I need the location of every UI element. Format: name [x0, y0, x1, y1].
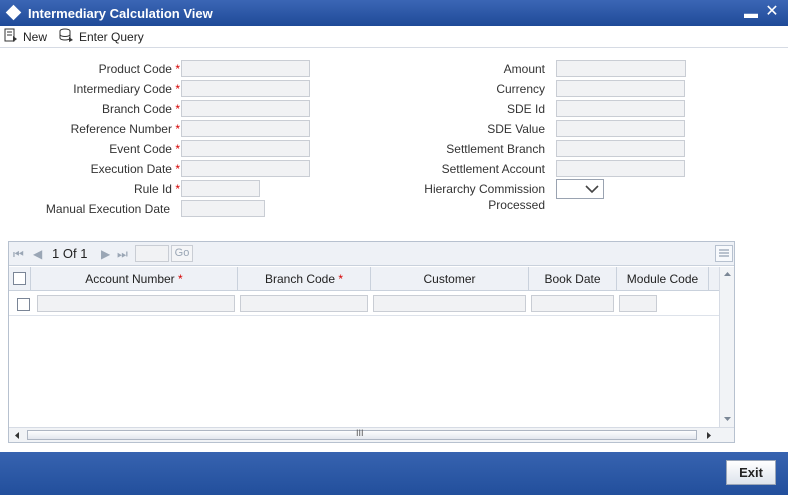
- event-code-label: Event Code *: [109, 142, 180, 156]
- minimize-icon[interactable]: ▬: [744, 6, 758, 20]
- pager-text: 1 Of 1: [52, 246, 88, 261]
- first-page-icon[interactable]: ⏮: [13, 247, 24, 261]
- branch-code-cell[interactable]: [240, 295, 368, 312]
- select-all-checkbox[interactable]: [13, 272, 26, 285]
- close-icon[interactable]: ✕: [764, 4, 780, 20]
- manual-execution-date-field[interactable]: [181, 200, 265, 217]
- event-code-field[interactable]: [181, 140, 310, 157]
- sde-id-label: SDE Id: [506, 102, 545, 116]
- diamond-icon: [5, 4, 22, 21]
- col-book-date[interactable]: Book Date: [529, 267, 617, 291]
- customer-cell[interactable]: [373, 295, 526, 312]
- form-body: Product Code * Intermediary Code * Branc…: [0, 48, 788, 452]
- window-titlebar: Intermediary Calculation View ▬ ✕: [0, 0, 788, 26]
- scroll-left-icon[interactable]: [13, 431, 21, 440]
- exit-button[interactable]: Exit: [726, 460, 776, 485]
- horizontal-scrollbar[interactable]: III: [9, 427, 734, 442]
- module-code-cell[interactable]: [619, 295, 657, 312]
- toolbar: New Enter Query: [0, 26, 788, 48]
- grid-header: Account Number * Branch Code * Customer …: [9, 267, 719, 291]
- enter-query-icon: [59, 28, 73, 42]
- row-checkbox[interactable]: [17, 298, 30, 311]
- table-row: [9, 292, 719, 316]
- horizontal-scroll-thumb[interactable]: III: [27, 428, 697, 440]
- branch-code-label: Branch Code *: [101, 102, 180, 116]
- branch-code-field[interactable]: [181, 100, 310, 117]
- header-select-cell: [9, 267, 31, 291]
- book-date-cell[interactable]: [531, 295, 614, 312]
- manual-execution-date-label: Manual Execution Date: [45, 202, 170, 216]
- last-page-icon[interactable]: ⏭: [117, 247, 128, 261]
- new-button[interactable]: New: [23, 28, 47, 46]
- currency-label: Currency: [496, 82, 545, 96]
- rule-id-field[interactable]: [181, 180, 260, 197]
- detail-grid: ⏮ ◀ 1 Of 1 ▶ ⏭ Go Account Number * Branc…: [8, 241, 735, 443]
- reference-number-label: Reference Number *: [70, 122, 180, 136]
- settlement-account-label: Settlement Account: [441, 162, 545, 176]
- settlement-branch-field[interactable]: [556, 140, 685, 157]
- rule-id-label: Rule Id *: [133, 182, 180, 196]
- footer-bar: Exit: [0, 452, 788, 495]
- dropdown-arrow-icon: [585, 185, 599, 194]
- col-account-number[interactable]: Account Number *: [31, 267, 238, 291]
- prev-page-icon[interactable]: ◀: [33, 247, 42, 261]
- currency-field[interactable]: [556, 80, 685, 97]
- intermediary-code-field[interactable]: [181, 80, 310, 97]
- execution-date-field[interactable]: [181, 160, 310, 177]
- amount-label: Amount: [503, 62, 545, 76]
- col-customer[interactable]: Customer: [371, 267, 529, 291]
- product-code-label: Product Code *: [98, 62, 180, 76]
- scroll-right-icon[interactable]: [705, 431, 713, 440]
- settlement-account-field[interactable]: [556, 160, 685, 177]
- list-view-icon[interactable]: [715, 245, 733, 262]
- execution-date-label: Execution Date *: [90, 162, 180, 176]
- sde-value-field[interactable]: [556, 120, 685, 137]
- new-icon: [4, 28, 17, 42]
- grid-toolbar: ⏮ ◀ 1 Of 1 ▶ ⏭ Go: [9, 242, 734, 266]
- sde-id-field[interactable]: [556, 100, 685, 117]
- col-branch-code[interactable]: Branch Code *: [238, 267, 371, 291]
- account-number-cell[interactable]: [37, 295, 235, 312]
- go-button[interactable]: Go: [171, 245, 193, 262]
- sde-value-label: SDE Value: [487, 122, 545, 136]
- col-module-code[interactable]: Module Code: [617, 267, 709, 291]
- vertical-scrollbar[interactable]: [719, 267, 734, 427]
- window-title: Intermediary Calculation View: [28, 6, 213, 21]
- intermediary-code-label: Intermediary Code *: [73, 82, 180, 96]
- next-page-icon[interactable]: ▶: [101, 247, 110, 261]
- hierarchy-commission-select[interactable]: [556, 179, 604, 199]
- product-code-field[interactable]: [181, 60, 310, 77]
- settlement-branch-label: Settlement Branch: [446, 142, 545, 156]
- reference-number-field[interactable]: [181, 120, 310, 137]
- enter-query-button[interactable]: Enter Query: [79, 28, 144, 46]
- scroll-grip: III: [356, 428, 364, 438]
- amount-field[interactable]: [556, 60, 686, 77]
- hierarchy-commission-label: Hierarchy Commission Processed: [424, 182, 545, 212]
- page-number-input[interactable]: [135, 245, 169, 262]
